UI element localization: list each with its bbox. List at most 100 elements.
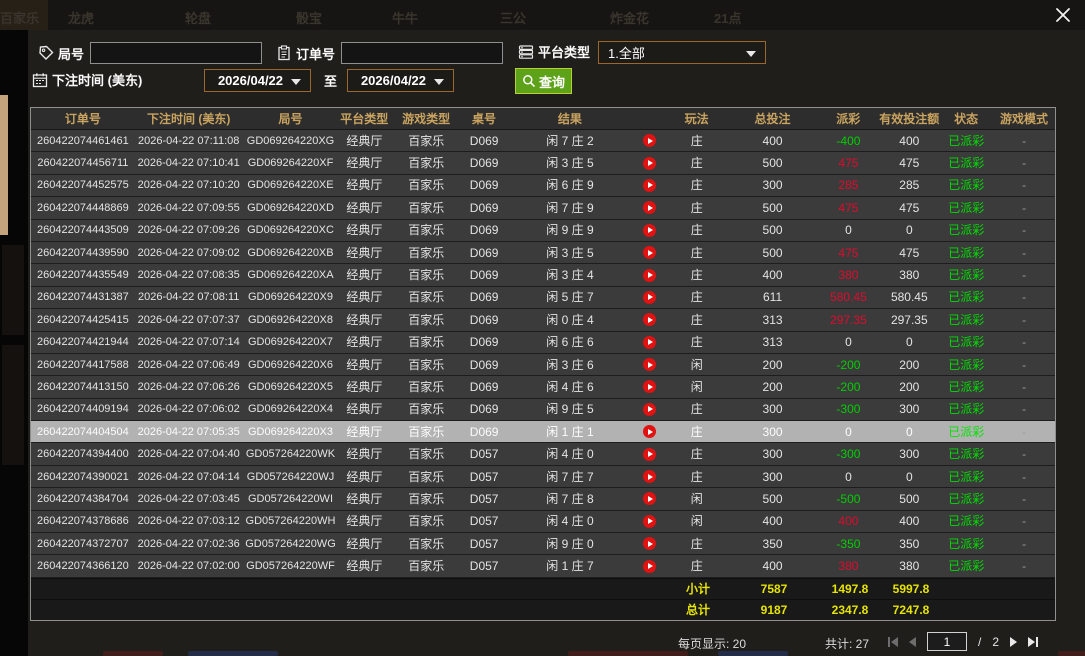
- cell-bet-time: 2026-04-22 07:07:14: [135, 332, 243, 352]
- video-play-icon[interactable]: [643, 336, 656, 349]
- cell-platform: 经典厅: [338, 467, 390, 487]
- platform-selected-value: 1.全部: [599, 43, 645, 62]
- query-button[interactable]: 查询: [515, 68, 572, 94]
- cell-total-bet: 400: [728, 511, 818, 531]
- table-row[interactable]: 260422074417588 2026-04-22 07:06:49 GD06…: [31, 354, 1055, 376]
- video-play-icon[interactable]: [643, 224, 656, 237]
- cell-platform: 经典厅: [338, 399, 390, 419]
- table-row[interactable]: 260422074425415 2026-04-22 07:07:37 GD06…: [31, 309, 1055, 331]
- video-play-icon[interactable]: [643, 448, 656, 461]
- cell-platform: 经典厅: [338, 332, 390, 352]
- table-row[interactable]: 260422074413150 2026-04-22 07:06:26 GD06…: [31, 376, 1055, 398]
- cell-result: 闲 4 庄 6: [506, 377, 634, 397]
- table-row[interactable]: 260422074443509 2026-04-22 07:09:26 GD06…: [31, 220, 1055, 242]
- table-row[interactable]: 260422074384704 2026-04-22 07:03:45 GD05…: [31, 488, 1055, 510]
- cell-status: 已派彩: [939, 287, 993, 307]
- table-row[interactable]: 260422074394400 2026-04-22 07:04:40 GD05…: [31, 443, 1055, 465]
- video-play-icon[interactable]: [643, 246, 656, 259]
- cell-payout: 400: [817, 511, 879, 531]
- video-play-icon[interactable]: [643, 291, 656, 304]
- cell-round: GD057264220WG: [243, 534, 339, 554]
- first-page-icon[interactable]: [888, 637, 898, 647]
- table-row[interactable]: 260422074431387 2026-04-22 07:08:11 GD06…: [31, 287, 1055, 309]
- chevron-down-icon: [434, 79, 444, 85]
- round-input[interactable]: [90, 42, 262, 64]
- video-play-icon[interactable]: [643, 358, 656, 371]
- video-play-icon[interactable]: [643, 537, 656, 550]
- video-play-icon[interactable]: [643, 560, 656, 573]
- bet-records-table: 订单号 下注时间 (美东) 局号 平台类型 游戏类型 桌号 结果 玩法 总投注 …: [30, 107, 1056, 621]
- table-row[interactable]: 260422074378686 2026-04-22 07:03:12 GD05…: [31, 511, 1055, 533]
- grand-total-total-bet: 9187: [729, 600, 819, 620]
- cell-play: 庄: [666, 444, 728, 464]
- table-row[interactable]: 260422074404504 2026-04-22 07:05:35 GD06…: [31, 421, 1055, 443]
- order-input[interactable]: [341, 42, 503, 64]
- video-play-icon[interactable]: [643, 425, 656, 438]
- cell-platform: 经典厅: [338, 220, 390, 240]
- cell-valid-bet: 475: [879, 198, 939, 218]
- cell-round: GD057264220WH: [243, 511, 339, 531]
- cell-play: 庄: [666, 467, 728, 487]
- chevron-down-icon: [291, 79, 301, 85]
- cell-total-bet: 500: [728, 489, 818, 509]
- video-play-icon[interactable]: [643, 492, 656, 505]
- video-play-icon[interactable]: [643, 313, 656, 326]
- cell-platform: 经典厅: [338, 444, 390, 464]
- cell-table-no: D057: [462, 511, 506, 531]
- cell-game-type: 百家乐: [390, 243, 462, 263]
- video-play-icon[interactable]: [643, 515, 656, 528]
- video-play-icon[interactable]: [643, 201, 656, 214]
- table-row[interactable]: 260422074366120 2026-04-22 07:02:00 GD05…: [31, 555, 1055, 577]
- cell-status: 已派彩: [939, 265, 993, 285]
- round-filter-label: 局号: [58, 44, 84, 63]
- subtotal-valid-bet: 5997.8: [881, 579, 941, 599]
- cell-table-no: D057: [462, 489, 506, 509]
- cell-order: 260422074384704: [31, 489, 135, 509]
- table-row[interactable]: 260422074456711 2026-04-22 07:10:41 GD06…: [31, 152, 1055, 174]
- cell-game-mode: -: [993, 175, 1055, 195]
- next-page-icon[interactable]: [1010, 637, 1017, 647]
- cell-play: 庄: [666, 243, 728, 263]
- platform-select[interactable]: 1.全部: [598, 41, 766, 64]
- date-from-picker[interactable]: 2026/04/22: [204, 69, 311, 92]
- cell-order: 260422074417588: [31, 355, 135, 375]
- query-button-label: 查询: [539, 72, 565, 91]
- video-play-icon[interactable]: [643, 403, 656, 416]
- table-row[interactable]: 260422074461461 2026-04-22 07:11:08 GD06…: [31, 130, 1055, 152]
- table-row[interactable]: 260422074372707 2026-04-22 07:02:36 GD05…: [31, 533, 1055, 555]
- close-icon[interactable]: [1054, 6, 1072, 24]
- cell-valid-bet: 200: [879, 355, 939, 375]
- subtotal-row: 小计 7587 1497.8 5997.8: [31, 578, 1055, 599]
- cell-game-mode: -: [993, 422, 1055, 442]
- cell-payout: -300: [817, 444, 879, 464]
- cell-total-bet: 500: [728, 220, 818, 240]
- prev-page-icon[interactable]: [909, 637, 916, 647]
- cell-order: 260422074390021: [31, 467, 135, 487]
- table-row[interactable]: 260422074421944 2026-04-22 07:07:14 GD06…: [31, 332, 1055, 354]
- video-play-icon[interactable]: [643, 157, 656, 170]
- table-row[interactable]: 260422074452575 2026-04-22 07:10:20 GD06…: [31, 175, 1055, 197]
- video-play-icon[interactable]: [643, 269, 656, 282]
- video-play-icon[interactable]: [643, 470, 656, 483]
- grand-total-row: 总计 9187 2347.8 7247.8: [31, 599, 1055, 620]
- table-row[interactable]: 260422074390021 2026-04-22 07:04:14 GD05…: [31, 466, 1055, 488]
- table-row[interactable]: 260422074409194 2026-04-22 07:06:02 GD06…: [31, 399, 1055, 421]
- last-page-icon[interactable]: [1028, 637, 1038, 647]
- cell-round: GD069264220X9: [243, 287, 339, 307]
- total-pages: 2: [992, 635, 999, 649]
- cell-play: 庄: [666, 153, 728, 173]
- cell-payout: -400: [817, 131, 879, 151]
- date-to-picker[interactable]: 2026/04/22: [347, 69, 454, 92]
- cell-game-mode: -: [993, 399, 1055, 419]
- table-row[interactable]: 260422074435549 2026-04-22 07:08:35 GD06…: [31, 264, 1055, 286]
- video-play-icon[interactable]: [643, 134, 656, 147]
- table-row[interactable]: 260422074448869 2026-04-22 07:09:55 GD06…: [31, 197, 1055, 219]
- cell-result: 闲 4 庄 0: [506, 511, 634, 531]
- cell-game-type: 百家乐: [390, 175, 462, 195]
- cell-total-bet: 300: [728, 399, 818, 419]
- cell-platform: 经典厅: [338, 422, 390, 442]
- cell-result: 闲 3 庄 6: [506, 355, 634, 375]
- video-play-icon[interactable]: [643, 380, 656, 393]
- table-row[interactable]: 260422074439590 2026-04-22 07:09:02 GD06…: [31, 242, 1055, 264]
- video-play-icon[interactable]: [643, 179, 656, 192]
